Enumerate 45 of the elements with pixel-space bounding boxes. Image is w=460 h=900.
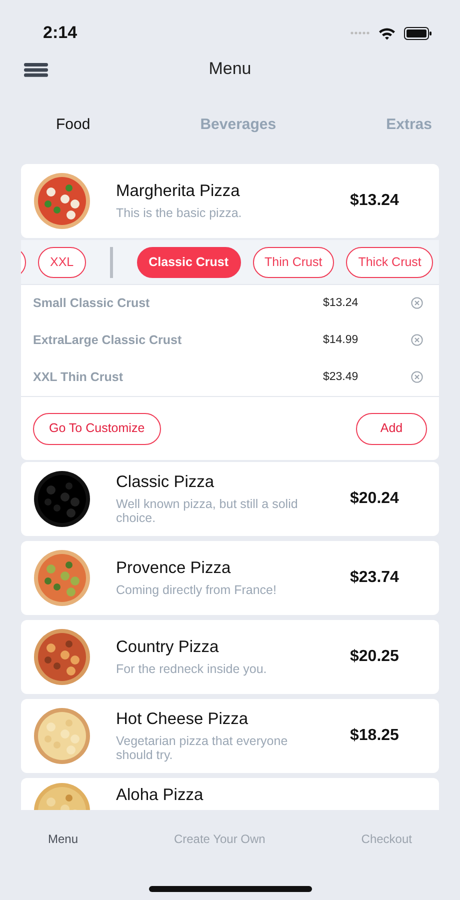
item-price: $23.74 bbox=[350, 568, 400, 588]
wifi-icon bbox=[378, 26, 396, 40]
item-card[interactable]: Aloha Pizza bbox=[21, 778, 439, 810]
item-card[interactable]: Hot Cheese Pizza Vegetarian pizza that everyone should try. $18.25 bbox=[21, 699, 439, 773]
item-card[interactable]: Provence Pizza Coming directly from France! $23.74 bbox=[21, 541, 439, 615]
item-name: Aloha Pizza bbox=[116, 786, 204, 806]
item-description: For the redneck inside you. bbox=[116, 662, 268, 676]
category-tab[interactable]: Food bbox=[56, 114, 90, 136]
selection-price: $23.49 bbox=[323, 370, 360, 385]
item-price: $20.24 bbox=[350, 489, 400, 509]
selection-name: Small Classic Crust bbox=[33, 295, 151, 312]
customize-button[interactable]: Go To Customize bbox=[33, 412, 161, 444]
item-price: $18.25 bbox=[350, 726, 400, 746]
item-name: Provence Pizza bbox=[116, 558, 232, 579]
item-description: This is the basic pizza. bbox=[116, 206, 243, 220]
option-chip[interactable]: Thick Crust bbox=[346, 246, 434, 278]
selection-price: $14.99 bbox=[323, 332, 360, 348]
item-description: Coming directly from France! bbox=[116, 582, 278, 598]
item-name: Hot Cheese Pizza bbox=[116, 710, 250, 730]
remove-icon[interactable] bbox=[411, 334, 423, 346]
nav-tab[interactable]: Menu bbox=[0, 830, 126, 848]
selection-price: $13.24 bbox=[323, 296, 360, 311]
item-name: Country Pizza bbox=[116, 638, 220, 658]
selection-name: ExtraLarge Classic Crust bbox=[33, 332, 183, 350]
item-card[interactable]: Classic Pizza Well known pizza, but still a solid choice. $20.24 bbox=[21, 462, 439, 536]
signal-icon bbox=[350, 31, 370, 35]
item-name: Classic Pizza bbox=[116, 472, 216, 493]
option-chip[interactable]: Thin Crust bbox=[252, 246, 334, 278]
remove-icon[interactable] bbox=[411, 297, 423, 310]
item-card[interactable]: Country Pizza For the redneck inside you. $20.25 bbox=[21, 620, 439, 694]
option-chip[interactable]: XXL bbox=[38, 246, 86, 278]
item-price: $13.24 bbox=[350, 191, 400, 211]
item-description: Well known pizza, but still a solid choice. bbox=[116, 496, 299, 526]
add-button[interactable]: Add bbox=[356, 412, 427, 444]
remove-icon[interactable] bbox=[411, 371, 423, 384]
menu-icon[interactable] bbox=[24, 62, 48, 77]
item-name: Margherita Pizza bbox=[116, 182, 241, 202]
battery-icon bbox=[404, 26, 432, 40]
item-description: Vegetarian pizza that everyone should try. bbox=[116, 734, 289, 762]
header-title: Menu bbox=[208, 58, 252, 80]
selection-name: XXL Thin Crust bbox=[33, 369, 124, 386]
item-price: $20.25 bbox=[350, 647, 400, 667]
item-card[interactable]: Margherita Pizza This is the basic pizza. $13.24 bbox=[21, 164, 439, 238]
option-chip[interactable]: Classic Crust bbox=[136, 246, 241, 278]
status-time: 2:14 bbox=[43, 22, 78, 44]
